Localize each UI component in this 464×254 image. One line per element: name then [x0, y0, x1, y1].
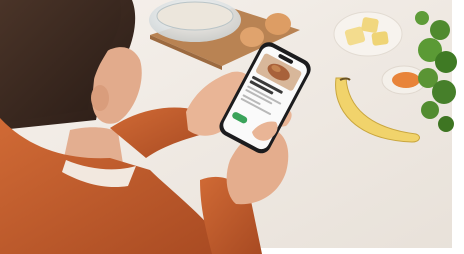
egg — [240, 27, 264, 47]
butter-plate — [333, 11, 403, 57]
white-border-right — [452, 0, 464, 254]
glass-bowl — [149, 0, 241, 42]
egg — [265, 13, 291, 35]
ear — [91, 85, 109, 111]
photo-frame — [0, 0, 464, 254]
kitchen-photo — [0, 0, 464, 254]
